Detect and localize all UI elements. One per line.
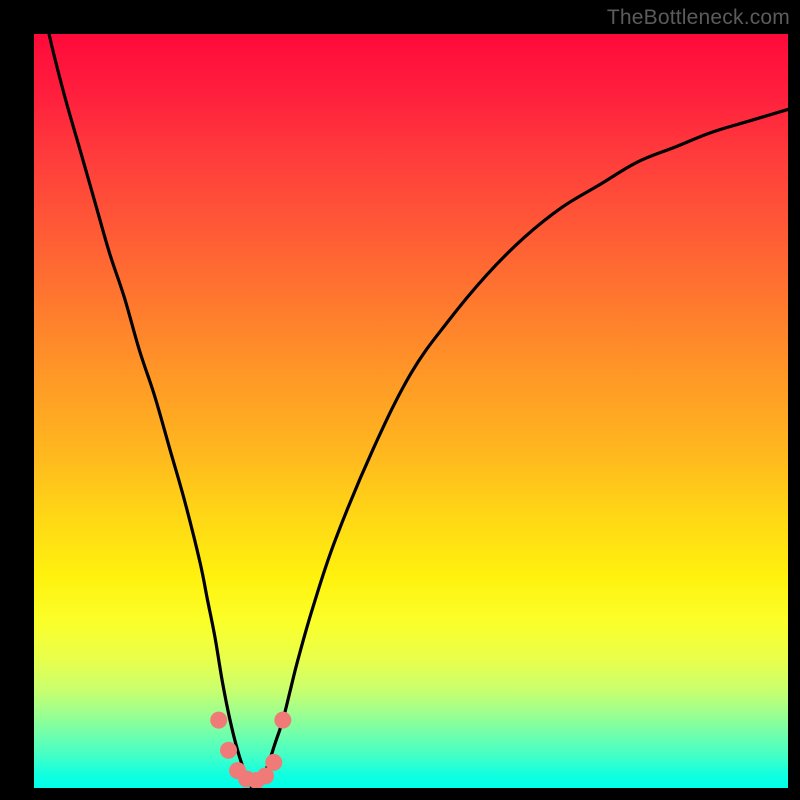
data-marker (265, 754, 282, 771)
curve-layer (34, 34, 788, 788)
plot-area (34, 34, 788, 788)
chart-stage: TheBottleneck.com (0, 0, 800, 800)
data-marker (220, 742, 237, 759)
data-marker (274, 712, 291, 729)
data-marker (210, 712, 227, 729)
watermark-label: TheBottleneck.com (607, 6, 790, 30)
bottleneck-curve (34, 34, 788, 788)
